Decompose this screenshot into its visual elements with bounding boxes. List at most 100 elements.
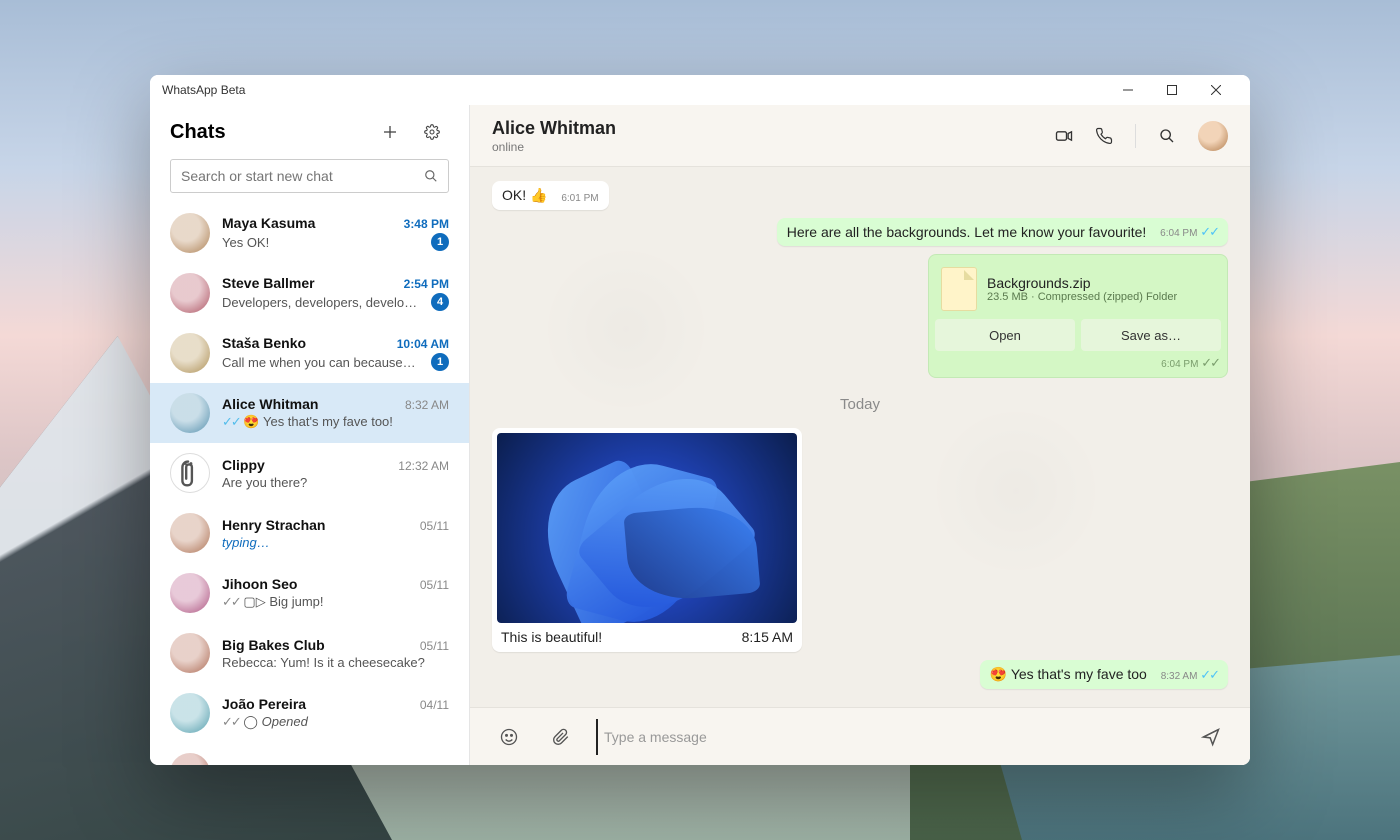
send-button[interactable] [1194,720,1228,754]
unread-badge: 1 [431,233,449,251]
minimize-button[interactable] [1106,75,1150,105]
chat-preview: Are you there? [222,475,449,490]
message-input[interactable] [596,719,1176,755]
search-input[interactable] [181,168,416,184]
message-text: 😍 Yes that's my fave too [990,666,1147,682]
attachment-time: 6:04 PM ✓✓ [935,355,1221,371]
chat-list-item[interactable]: Steve Ballmer 2:54 PM Developers, develope… [150,263,469,323]
chat-preview: typing… [222,535,449,550]
unread-badge: 1 [431,353,449,371]
chat-time: 2:54 PM [404,277,449,291]
chat-preview: Call me when you can because… [222,355,425,370]
chat-name: Staša Benko [222,335,389,351]
message-time: 6:01 PM [561,193,598,204]
avatar [170,573,210,613]
chat-time: 05/11 [420,639,449,653]
chat-time: 12:32 AM [398,459,449,473]
message-time: 8:15 AM [742,629,793,645]
avatar [170,453,210,493]
opened-icon: ◯ [243,714,258,729]
chat-preview: ✓✓ ▢▷ Big jump! [222,594,449,610]
app-window: WhatsApp Beta Chats May [150,75,1250,765]
avatar [170,333,210,373]
attach-button[interactable] [544,720,578,754]
file-icon [941,267,977,311]
chat-list-item[interactable]: Marty Yates04/11 [150,743,469,765]
chat-time: 10:04 AM [397,337,449,351]
chat-time: 04/11 [420,698,449,712]
avatar [170,633,210,673]
search-in-chat-button[interactable] [1150,119,1184,153]
sidebar-title: Chats [170,121,365,144]
chat-list-item[interactable]: Big Bakes Club 05/11 Rebecca: Yum! Is it a… [150,623,469,683]
chat-name: Alice Whitman [222,396,397,412]
titlebar: WhatsApp Beta [150,75,1250,105]
image-message[interactable]: This is beautiful! 8:15 AM [492,428,802,652]
chat-name: Big Bakes Club [222,637,412,653]
message-text: Here are all the backgrounds. Let me kno… [787,224,1147,240]
chat-preview: ✓✓ ◯ Opened [222,714,449,730]
chat-list-item[interactable]: Clippy 12:32 AM Are you there? [150,443,469,503]
unread-badge: 4 [431,293,449,311]
emoji-button[interactable] [492,720,526,754]
search-box[interactable] [170,159,449,193]
attachment-saveas-button[interactable]: Save as… [1081,319,1221,351]
video-icon: ▢▷ [243,594,265,609]
messages-area: OK! 👍 6:01 PM Here are all the backgroun… [470,167,1250,707]
avatar [170,213,210,253]
read-ticks-icon: ✓✓ [222,414,240,429]
message-image[interactable] [497,433,797,623]
chat-list-item[interactable]: João Pereira 04/11 ✓✓ ◯ Opened [150,683,469,743]
chat-time: 3:48 PM [404,217,449,231]
chat-time: 05/11 [420,519,449,533]
avatar [170,753,210,765]
maximize-button[interactable] [1150,75,1194,105]
message-out[interactable]: 😍 Yes that's my fave too 8:32 AM ✓✓ [980,660,1228,689]
message-time: 6:04 PM ✓✓ [1160,228,1218,239]
attachment-card[interactable]: Backgrounds.zip 23.5 MB · Compressed (zi… [928,254,1228,378]
chat-preview: Developers, developers, develo… [222,295,425,310]
chat-name: Clippy [222,457,390,473]
new-chat-button[interactable] [373,115,407,149]
chat-list-item[interactable]: Staša Benko 10:04 AM Call me when you can … [150,323,469,383]
message-out[interactable]: Here are all the backgrounds. Let me kno… [777,218,1228,246]
avatar [170,693,210,733]
day-separator: Today [492,396,1228,414]
message-time: 8:32 AM ✓✓ [1161,671,1218,682]
chat-list-item[interactable]: Alice Whitman8:32 AM✓✓ 😍 Yes that's my f… [150,383,469,443]
chat-time: 8:32 AM [405,398,449,412]
search-icon [424,169,438,183]
conversation-pane: Alice Whitman online OK! 👍 6:01 PM [470,105,1250,765]
voice-call-button[interactable] [1087,119,1121,153]
chat-preview: Rebecca: Yum! Is it a cheesecake? [222,655,449,670]
settings-button[interactable] [415,115,449,149]
chat-list-item[interactable]: Maya Kasuma 3:48 PM Yes OK! 1 [150,203,469,263]
video-call-button[interactable] [1047,119,1081,153]
app-title: WhatsApp Beta [162,83,245,97]
image-caption: This is beautiful! [501,629,602,645]
message-text: OK! 👍 [502,187,547,203]
close-button[interactable] [1194,75,1238,105]
chat-name: Henry Strachan [222,517,412,533]
contact-status: online [492,140,616,154]
profile-avatar[interactable] [1198,121,1228,151]
chat-name: Steve Ballmer [222,275,396,291]
chat-name: João Pereira [222,696,412,712]
contact-name[interactable]: Alice Whitman [492,118,616,139]
attachment-meta: 23.5 MB · Compressed (zipped) Folder [987,291,1177,303]
chat-name: Maya Kasuma [222,215,396,231]
chat-list-item[interactable]: Henry Strachan 05/11 typing… [150,503,469,563]
sidebar: Chats Maya Kasuma 3:48 PM Yes OK! 1 Steve Ba… [150,105,470,765]
chat-list-item[interactable]: Jihoon Seo05/11✓✓ ▢▷ Big jump! [150,563,469,623]
conversation-header: Alice Whitman online [470,105,1250,167]
message-composer [470,707,1250,765]
chat-name: Jihoon Seo [222,576,412,592]
message-in[interactable]: OK! 👍 6:01 PM [492,181,609,210]
sent-ticks-icon: ✓✓ [222,594,240,609]
chat-preview: Yes OK! [222,235,425,250]
attachment-filename: Backgrounds.zip [987,275,1177,291]
chat-list: Maya Kasuma 3:48 PM Yes OK! 1 Steve Ballmer 2… [150,203,469,765]
attachment-open-button[interactable]: Open [935,319,1075,351]
avatar [170,273,210,313]
sent-ticks-icon: ✓✓ [222,714,240,729]
